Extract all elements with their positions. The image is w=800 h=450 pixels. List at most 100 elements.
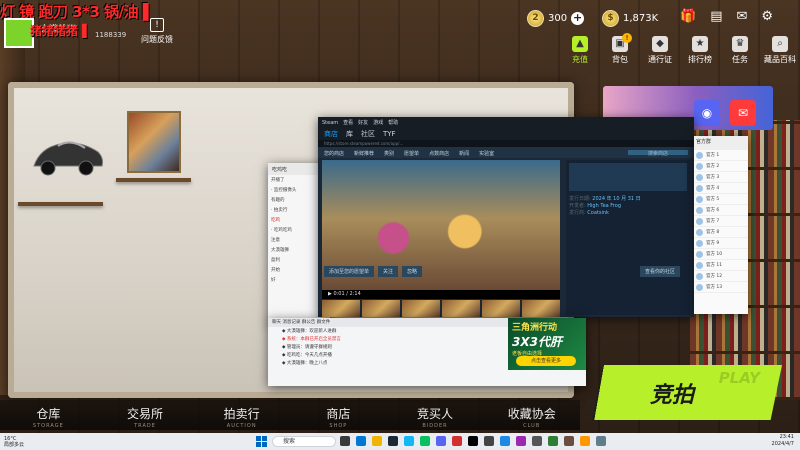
thumbnail[interactable] (522, 300, 560, 317)
contact-row[interactable]: 官方 7 (694, 216, 748, 227)
taskbar-search-input[interactable]: 搜索 (272, 436, 336, 447)
currency-coins[interactable]: 2 300 + (527, 9, 585, 27)
menu-item[interactable]: Steam (322, 120, 338, 126)
app-icon[interactable] (468, 436, 478, 446)
subnav-item[interactable]: 点数商店 (429, 150, 449, 157)
pub-key: 发行商: (569, 210, 586, 216)
community-link-button[interactable]: 查看你的社区 (640, 266, 681, 277)
wechat-icon[interactable] (420, 436, 430, 446)
app-icon[interactable] (340, 436, 350, 446)
topnav-tasks[interactable]: ♛ 任务 (720, 36, 760, 65)
subnav-item[interactable]: 新闻 (459, 150, 469, 157)
add-coins-button[interactable]: + (571, 11, 585, 25)
app-icon[interactable] (532, 436, 542, 446)
start-icon[interactable] (256, 436, 267, 447)
ad-banner[interactable]: 三角洲行动 3X3代肝 老板自由选择 点击查看更多 (508, 318, 586, 370)
system-clock[interactable]: 23:41 2024/4/7 (772, 434, 794, 448)
settings-icon[interactable]: ⚙ (761, 9, 773, 24)
topnav-ranking[interactable]: ★ 排行榜 (680, 36, 720, 65)
ignore-button[interactable]: 忽略 (402, 266, 423, 277)
app-icon[interactable] (548, 436, 558, 446)
tab-library[interactable]: 库 (346, 129, 353, 139)
contacts-window[interactable]: 官方群 官方 1 官方 2 官方 3 官方 4 官方 5 官方 6 官方 7 官… (694, 136, 748, 314)
app-icon[interactable] (580, 436, 590, 446)
contact-name: 官方 1 (706, 153, 720, 158)
tab-trade[interactable]: 交易所 TRADE (97, 400, 194, 430)
qq-icon[interactable] (404, 436, 414, 446)
steam-window[interactable]: Steam 查看 好友 游戏 帮助 商店 库 社区 TYF https://st… (318, 117, 694, 317)
pass-icon: ◆ (652, 36, 668, 52)
top-nav: ▲ 充值 ! ▣ 背包 ◆ 通行证 ★ 排行榜 ♛ 任务 ⌕ 藏品百科 (560, 33, 800, 65)
subnav-item[interactable]: 愿望单 (404, 150, 419, 157)
tab-storage[interactable]: 仓库 STORAGE (0, 400, 97, 430)
topnav-backpack[interactable]: ! ▣ 背包 (600, 33, 640, 65)
subnav-item[interactable]: 类别 (384, 150, 394, 157)
url-bar[interactable]: https://store.steampowered.com/app/... (318, 140, 694, 147)
edge-icon[interactable] (356, 436, 366, 446)
discord-icon[interactable]: ◉ (694, 100, 720, 126)
topnav-pass[interactable]: ◆ 通行证 (640, 36, 680, 65)
follow-button[interactable]: 关注 (378, 266, 399, 277)
folder-icon[interactable] (372, 436, 382, 446)
contact-row[interactable]: 官方 1 (694, 150, 748, 161)
contact-row[interactable]: 官方 10 (694, 249, 748, 260)
tab-shop[interactable]: 商店 SHOP (290, 400, 387, 430)
pub-value[interactable]: Coatsink (587, 210, 609, 216)
thumbnail[interactable] (362, 300, 400, 317)
thumbnail[interactable] (322, 300, 360, 317)
discord-icon[interactable] (436, 436, 446, 446)
menu-item[interactable]: 好友 (358, 119, 368, 126)
tab-auction[interactable]: 拍卖行 AUCTION (193, 400, 290, 430)
tab-store[interactable]: 商店 (324, 129, 338, 139)
menu-item[interactable]: 查看 (343, 119, 353, 126)
contact-row[interactable]: 官方 13 (694, 282, 748, 293)
avatar (696, 272, 703, 280)
subnav-item[interactable]: 新鲜推荐 (354, 150, 374, 157)
contact-row[interactable]: 官方 4 (694, 183, 748, 194)
tab-club[interactable]: 收藏协会 CLUB (483, 400, 580, 430)
bid-button[interactable]: 竞拍 PLAY (592, 365, 782, 420)
tab-bidder[interactable]: 竞买人 BIDDER (387, 400, 484, 430)
contact-row[interactable]: 官方 3 (694, 172, 748, 183)
menu-icon[interactable]: ▤ (710, 9, 722, 24)
video-controls[interactable]: ▶ 0:01 / 2:14 (322, 290, 560, 299)
topnav-recharge[interactable]: ▲ 充值 (560, 36, 600, 65)
painting-display[interactable] (127, 111, 181, 173)
app-icon[interactable] (452, 436, 462, 446)
app-icon[interactable] (596, 436, 606, 446)
feedback-button[interactable]: ! 问题反馈 (139, 18, 175, 45)
gift-icon[interactable]: 🎁 (680, 9, 696, 24)
mail-icon[interactable]: ✉ (736, 9, 747, 24)
contact-row[interactable]: 官方 11 (694, 260, 748, 271)
steam-icon[interactable] (388, 436, 398, 446)
contact-row[interactable]: 官方 8 (694, 227, 748, 238)
wishlist-button[interactable]: 添加至您的愿望单 (324, 266, 375, 277)
car-display[interactable] (30, 128, 105, 183)
currency-hafcoin[interactable]: $ 1,873K (602, 9, 658, 27)
app-icon[interactable] (564, 436, 574, 446)
tab-label: 商店 (326, 407, 351, 421)
menu-item[interactable]: 帮助 (388, 119, 398, 126)
thumbnail[interactable] (442, 300, 480, 317)
store-search-input[interactable]: 搜索商店 (627, 150, 688, 157)
contact-row[interactable]: 官方 12 (694, 271, 748, 282)
tab-profile[interactable]: TYF (383, 130, 396, 138)
topnav-collection[interactable]: ⌕ 藏品百科 (760, 36, 800, 65)
menu-item[interactable]: 游戏 (373, 119, 383, 126)
weather-widget[interactable]: 16°C 局部多云 (4, 436, 24, 448)
message-icon[interactable]: ✉ (730, 100, 756, 126)
subnav-item[interactable]: 实验室 (479, 150, 494, 157)
tab-community[interactable]: 社区 (361, 129, 375, 139)
app-icon[interactable] (484, 436, 494, 446)
subnav-item[interactable]: 您的商店 (324, 150, 344, 157)
contact-row[interactable]: 官方 2 (694, 161, 748, 172)
contact-row[interactable]: 官方 5 (694, 194, 748, 205)
contact-name: 官方 3 (706, 175, 720, 180)
app-icon[interactable] (500, 436, 510, 446)
thumbnail[interactable] (482, 300, 520, 317)
app-icon[interactable] (516, 436, 526, 446)
thumbnail[interactable] (402, 300, 440, 317)
contact-row[interactable]: 官方 9 (694, 238, 748, 249)
contact-row[interactable]: 官方 6 (694, 205, 748, 216)
ad-cta-button[interactable]: 点击查看更多 (516, 356, 576, 366)
